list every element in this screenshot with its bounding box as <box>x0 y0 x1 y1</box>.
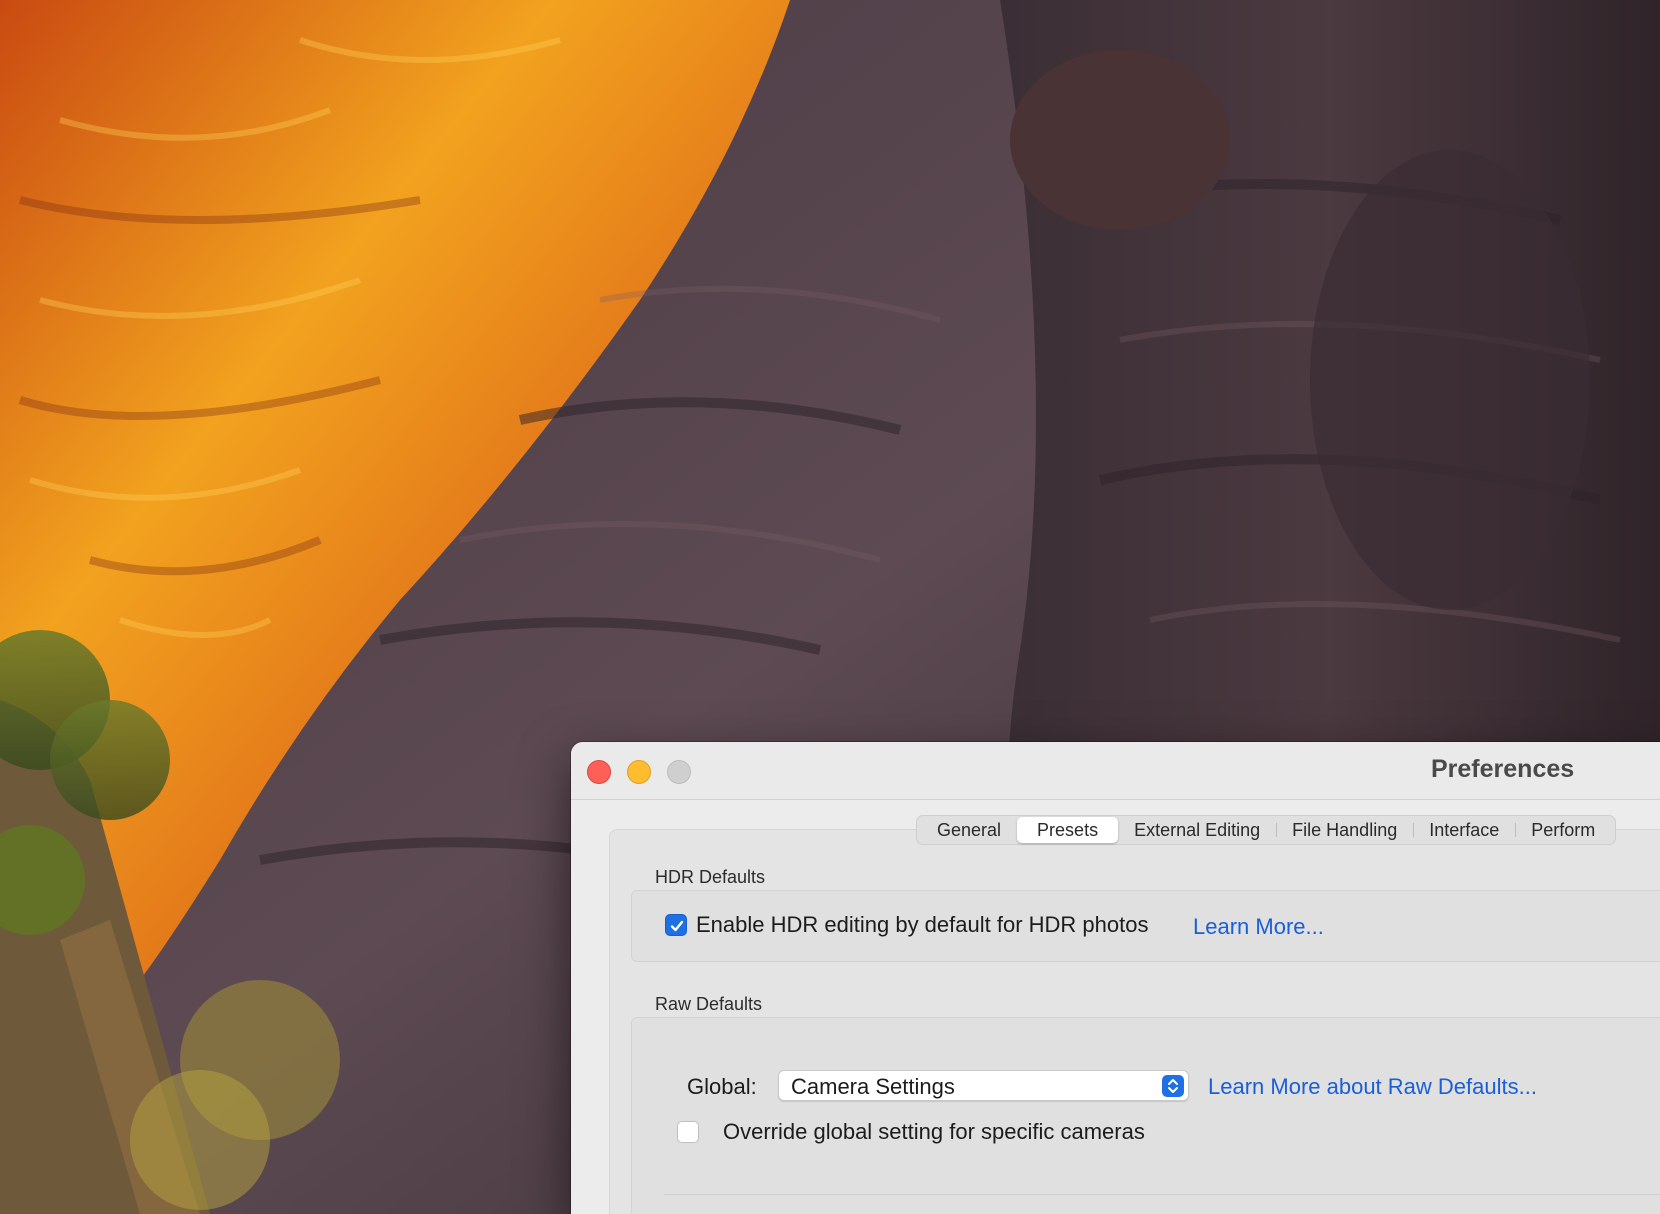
global-select-value: Camera Settings <box>791 1074 955 1099</box>
tab-presets[interactable]: Presets <box>1017 817 1119 843</box>
tab-general[interactable]: General <box>921 817 1017 843</box>
tab-performance[interactable]: Perform <box>1515 817 1611 843</box>
tab-file-handling[interactable]: File Handling <box>1276 817 1413 843</box>
raw-defaults-heading: Raw Defaults <box>655 994 763 1014</box>
enable-hdr-label[interactable]: Enable HDR editing by default for HDR ph… <box>696 912 1148 938</box>
hdr-learn-more-link[interactable]: Learn More... <box>1193 914 1324 940</box>
section-divider <box>664 1194 1660 1195</box>
override-cameras-checkbox[interactable] <box>677 1121 699 1143</box>
chevron-updown-icon <box>1162 1075 1184 1097</box>
tab-interface[interactable]: Interface <box>1413 817 1515 843</box>
hdr-defaults-heading: HDR Defaults <box>655 867 766 887</box>
close-button[interactable] <box>587 760 611 784</box>
presets-panel: HDR Defaults Enable HDR editing by defau… <box>609 829 1660 1214</box>
titlebar: Preferences <box>571 742 1660 800</box>
hdr-defaults-group: Enable HDR editing by default for HDR ph… <box>631 890 1660 962</box>
global-label: Global: <box>687 1074 757 1099</box>
zoom-button[interactable] <box>667 760 691 784</box>
preferences-window: Preferences HDR Defaults Enable HDR edit… <box>571 742 1660 1214</box>
minimize-button[interactable] <box>627 760 651 784</box>
raw-defaults-group: Global: Camera Settings Learn More about… <box>631 1017 1660 1214</box>
global-select[interactable]: Camera Settings <box>778 1070 1189 1101</box>
enable-hdr-checkbox[interactable] <box>665 914 687 936</box>
checkmark-icon <box>670 920 684 932</box>
raw-defaults-learn-more-link[interactable]: Learn More about Raw Defaults... <box>1208 1074 1537 1100</box>
preferences-tabbar: General Presets External Editing File Ha… <box>916 815 1617 845</box>
window-title: Preferences <box>1431 755 1575 783</box>
tab-external-editing[interactable]: External Editing <box>1118 817 1276 843</box>
override-cameras-label[interactable]: Override global setting for specific cam… <box>723 1119 1145 1145</box>
